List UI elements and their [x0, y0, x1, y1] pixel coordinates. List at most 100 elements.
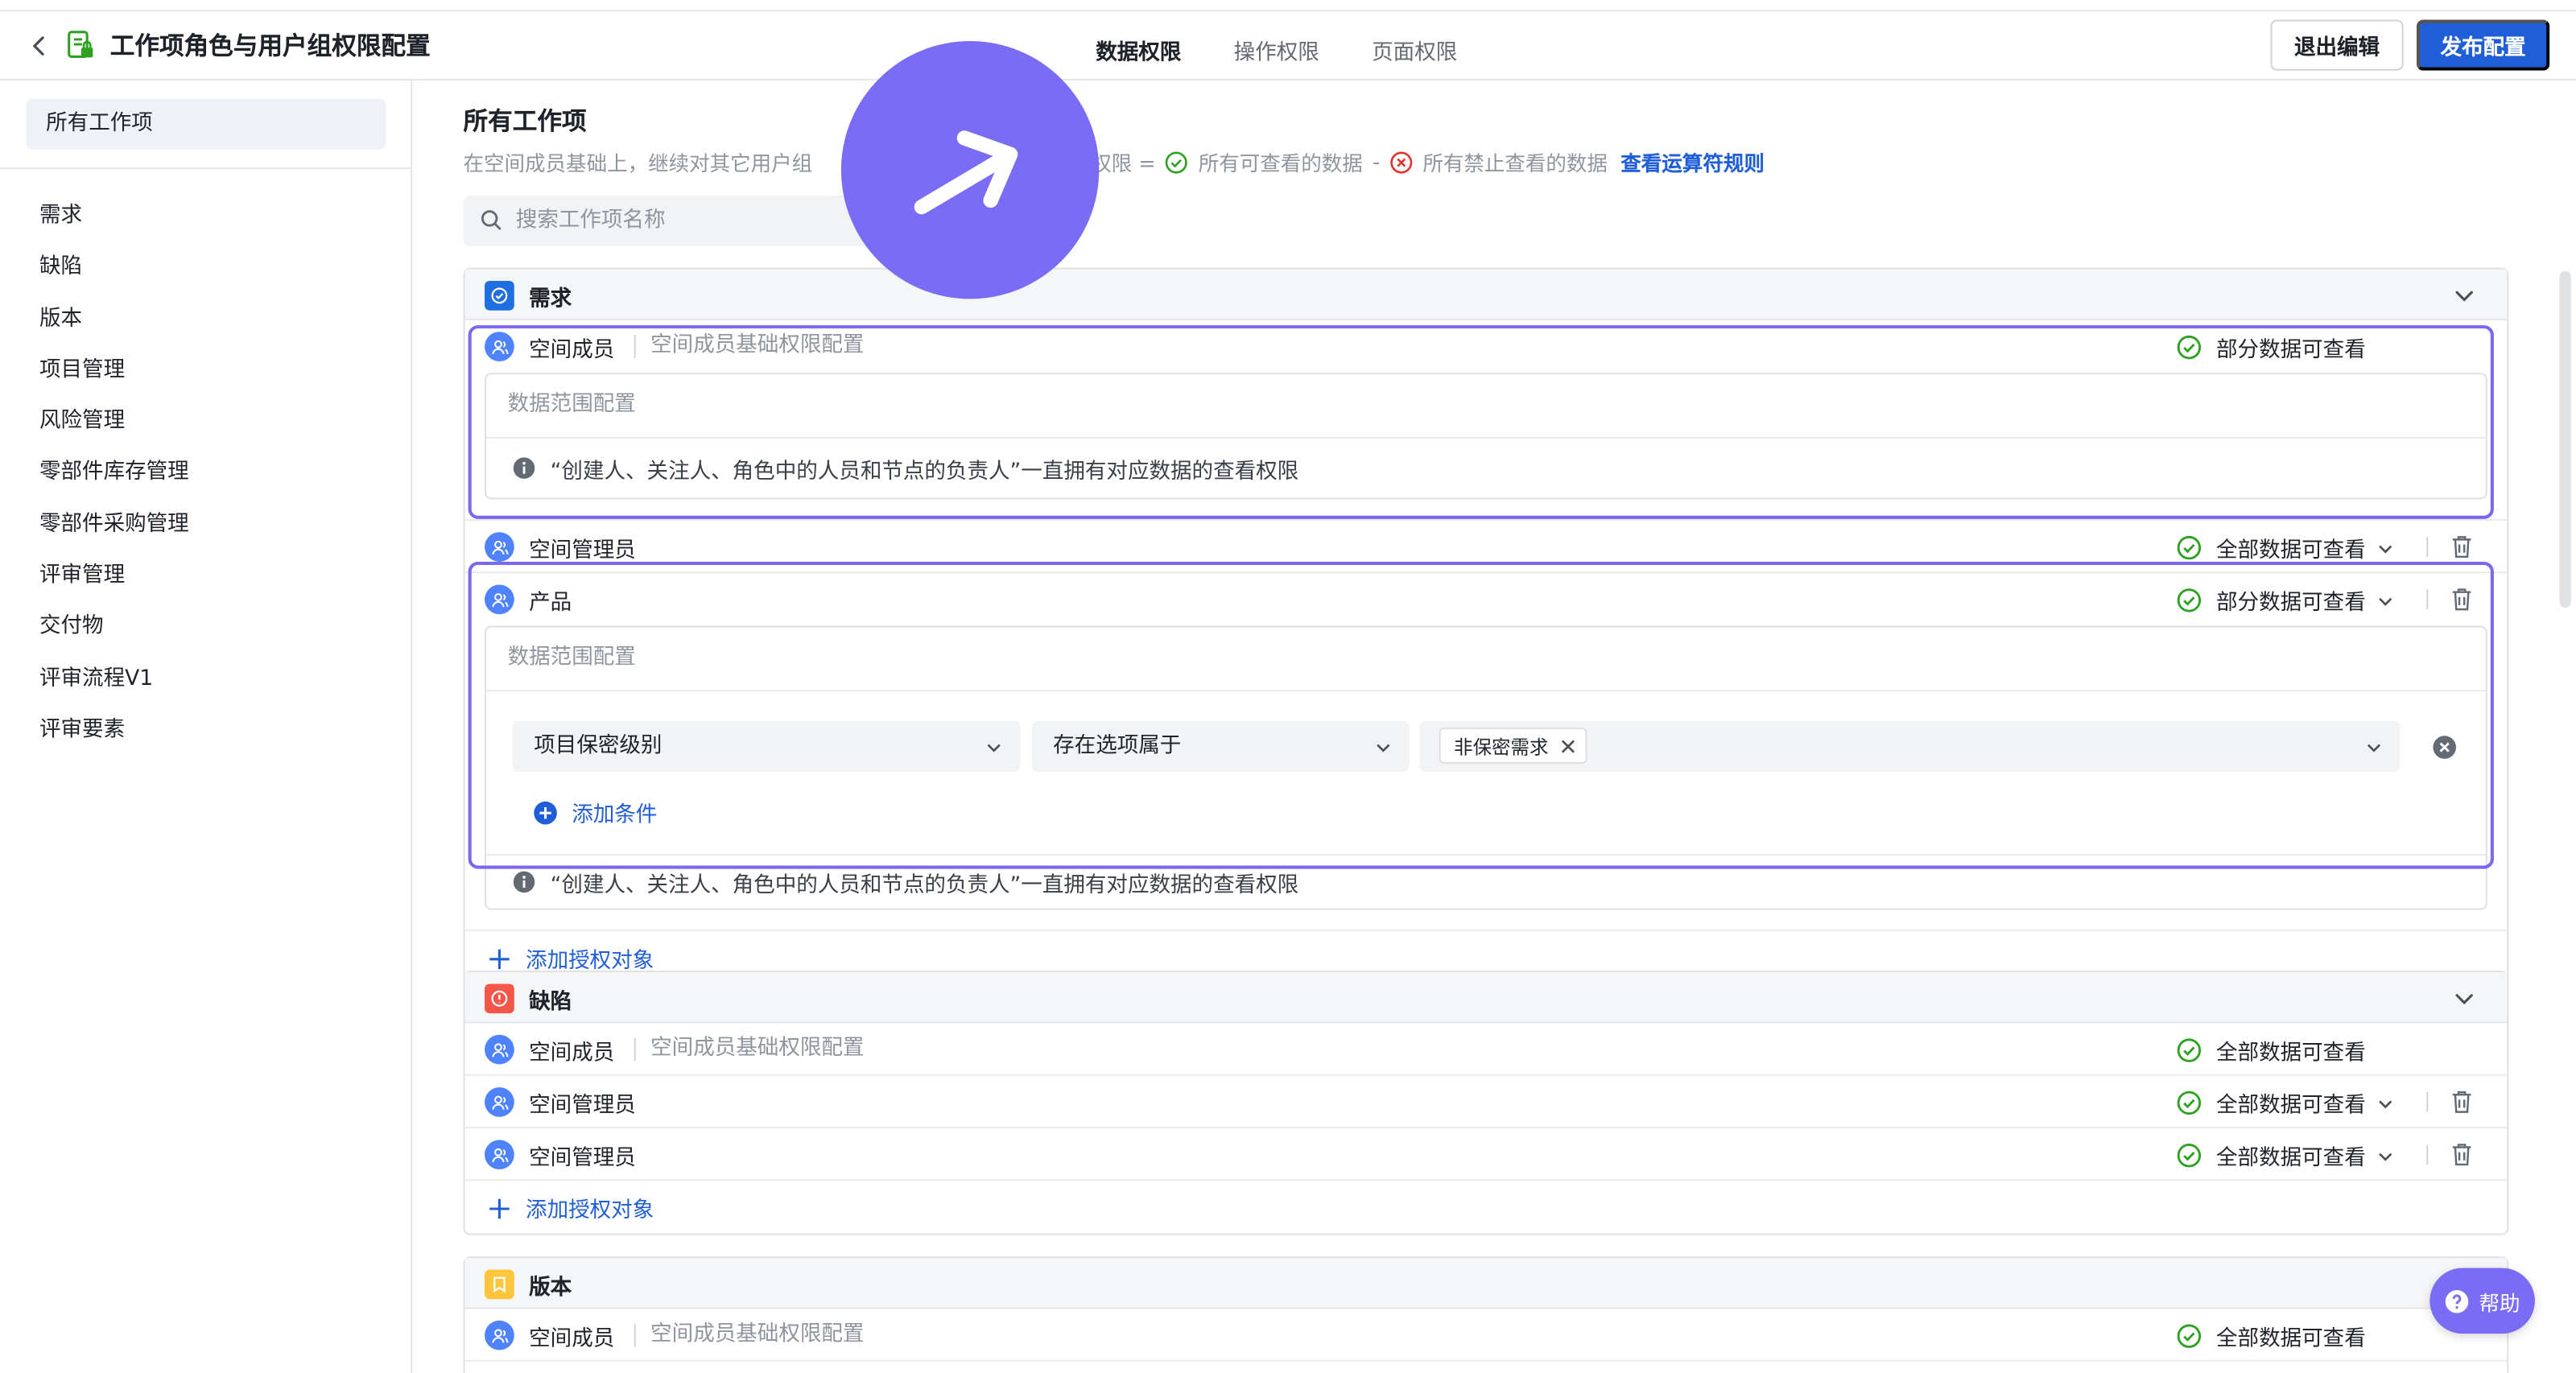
sidebar-item[interactable]: 风险管理 [39, 406, 189, 457]
auth-row-space-member: 空间成员 空间成员基础权限配置 全部数据可查看 [464, 1309, 2508, 1362]
page-header: 工作项角色与用户组权限配置 数据权限 操作权限 页面权限 退出编辑 发布配置 [0, 11, 2576, 80]
check-circle-icon [2177, 335, 2202, 360]
work-item-group-bug: 缺陷 空间成员 空间成员基础权限配置 全部数据可查看 空间管理员 全部数据可查看 [463, 971, 2509, 1235]
back-arrow-icon[interactable] [27, 31, 53, 61]
check-circle-icon [2177, 1324, 2202, 1348]
user-group-avatar [485, 1087, 514, 1117]
help-button[interactable]: 帮助 [2429, 1268, 2535, 1334]
auth-row-space-member: 空间成员 空间成员基础权限配置 部分数据可查看 [465, 320, 2508, 373]
plus-icon [489, 1198, 510, 1218]
group-header[interactable]: 缺陷 [464, 972, 2508, 1024]
auth-object-name: 空间管理员 [529, 538, 636, 563]
data-scope-dropdown[interactable]: 全部数据可查看 [2177, 1087, 2395, 1119]
trash-icon[interactable] [2450, 587, 2475, 613]
user-group-avatar [485, 332, 514, 361]
search-box [463, 195, 874, 247]
check-circle-icon [2177, 535, 2202, 560]
desc-denied: 所有禁止查看的数据 [1422, 150, 1608, 176]
data-scope-dropdown[interactable]: 部分数据可查看 [2177, 585, 2395, 616]
add-condition-button[interactable]: 添加条件 [532, 797, 657, 828]
publish-config-button[interactable]: 发布配置 [2417, 19, 2550, 71]
trash-icon[interactable] [2450, 1089, 2475, 1115]
user-group-avatar [485, 532, 514, 562]
chevron-down-icon [2379, 544, 2392, 553]
data-scope-panel: 数据范围配置 项目保密级别 存在选项属于 非保密需求 添加条件 “创建人、关注人… [485, 625, 2487, 910]
condition-editor: 项目保密级别 存在选项属于 非保密需求 添加条件 [486, 691, 2486, 856]
sidebar-item[interactable]: 交付物 [39, 612, 189, 663]
sidebar-item[interactable]: 评审要素 [39, 715, 189, 766]
chevron-down-icon[interactable] [2451, 985, 2478, 1012]
chevron-down-icon [987, 744, 1001, 752]
sidebar-item[interactable]: 需求 [39, 200, 189, 252]
sidebar-item[interactable]: 缺陷 [39, 252, 189, 303]
version-icon [485, 1269, 514, 1300]
check-circle-icon [2177, 588, 2202, 612]
auth-object-name: 产品 [529, 591, 572, 616]
group-header[interactable]: 版本 [464, 1258, 2508, 1309]
app-root: 工作项角色与用户组权限配置 数据权限 操作权限 页面权限 退出编辑 发布配置 所… [0, 0, 2576, 1373]
trash-icon[interactable] [2450, 1141, 2475, 1168]
tab-data-permission[interactable]: 数据权限 [1096, 35, 1181, 66]
sidebar-item[interactable]: 版本 [39, 303, 189, 355]
tab-operation-permission[interactable]: 操作权限 [1234, 35, 1319, 66]
chevron-down-icon [2367, 744, 2381, 752]
sidebar-item[interactable]: 零部件采购管理 [39, 509, 189, 560]
plus-circle-icon [534, 800, 557, 824]
search-input[interactable] [515, 195, 861, 247]
tab-page-permission[interactable]: 页面权限 [1372, 35, 1457, 66]
window-top-strip [0, 0, 2576, 12]
question-icon [2445, 1289, 2469, 1313]
add-auth-object-button[interactable]: 添加授权对象 [488, 942, 654, 974]
add-auth-object-button[interactable]: 添加授权对象 [488, 1193, 654, 1223]
main-content: 所有工作项 在空间成员基础上，继续对其它用户组 终权限 = 所有可查看的数据 -… [412, 80, 2576, 1373]
auth-object-name: 空间成员 [529, 338, 615, 364]
data-scope-dropdown[interactable]: 全部数据可查看 [2177, 532, 2395, 563]
close-icon[interactable] [1558, 737, 1576, 755]
auth-object-subtitle: 空间成员基础权限配置 [634, 1323, 864, 1347]
check-circle-icon [2177, 1144, 2202, 1168]
value-multi-select[interactable]: 非保密需求 [1419, 720, 2401, 773]
pointer-cursor-overlay [840, 41, 1100, 299]
desc-allowed: 所有可查看的数据 [1198, 150, 1363, 176]
remove-condition-icon[interactable] [2431, 734, 2458, 761]
auth-object-subtitle: 空间成员基础权限配置 [634, 334, 864, 358]
group-header[interactable]: 需求 [464, 269, 2508, 320]
sidebar-item[interactable]: 零部件库存管理 [39, 457, 189, 509]
sidebar-item[interactable]: 项目管理 [39, 355, 189, 406]
auth-object-subtitle: 空间成员基础权限配置 [634, 1037, 864, 1062]
auth-object-name: 空间成员 [529, 1326, 615, 1352]
data-scope-status: 全部数据可查看 [2177, 1035, 2366, 1066]
trash-icon[interactable] [2450, 534, 2475, 560]
auth-row-space-admin: 空间管理员 全部数据可查看 [464, 521, 2508, 574]
check-circle-icon [1166, 150, 1188, 173]
sidebar-item[interactable]: 评审管理 [39, 560, 189, 612]
data-scope-status: 全部数据可查看 [2177, 1321, 2366, 1352]
data-scope-panel: 数据范围配置 “创建人、关注人、角色中的人员和节点的负责人”一直拥有对应数据的查… [485, 373, 2487, 500]
chevron-down-icon [2379, 1152, 2392, 1161]
user-group-avatar [485, 1320, 514, 1350]
data-scope-status: 部分数据可查看 [2177, 332, 2366, 363]
operator-select[interactable]: 存在选项属于 [1031, 720, 1410, 773]
desc-prefix: 在空间成员基础上，继续对其它用户组 [463, 150, 813, 176]
group-name: 缺陷 [529, 990, 572, 1016]
info-icon [513, 871, 535, 893]
scrollbar[interactable] [2559, 270, 2571, 608]
section-description: 在空间成员基础上，继续对其它用户组 终权限 = 所有可查看的数据 - 所有禁止查… [464, 146, 1765, 178]
chevron-down-icon[interactable] [2451, 282, 2478, 309]
field-select[interactable]: 项目保密级别 [512, 720, 1021, 773]
operator-rules-link[interactable]: 查看运算符规则 [1620, 146, 1765, 178]
data-scope-dropdown[interactable]: 全部数据可查看 [2177, 1140, 2395, 1171]
user-group-avatar [485, 1034, 514, 1065]
panel-title: 数据范围配置 [486, 374, 2486, 439]
sidebar-item-all-work-items[interactable]: 所有工作项 [26, 98, 386, 150]
chevron-down-icon [2379, 1099, 2392, 1108]
sidebar-item[interactable]: 评审流程V1 [39, 663, 189, 715]
close-circle-icon [1390, 150, 1413, 173]
group-name: 版本 [529, 1276, 572, 1301]
check-circle-icon [2177, 1091, 2202, 1115]
auth-object-name: 空间管理员 [529, 1094, 636, 1119]
exit-edit-button[interactable]: 退出编辑 [2270, 19, 2404, 71]
value-tag: 非保密需求 [1439, 728, 1587, 764]
auth-row-space-admin: 空间管理员 全部数据可查看 [464, 1076, 2508, 1129]
check-circle-icon [2177, 1038, 2202, 1062]
